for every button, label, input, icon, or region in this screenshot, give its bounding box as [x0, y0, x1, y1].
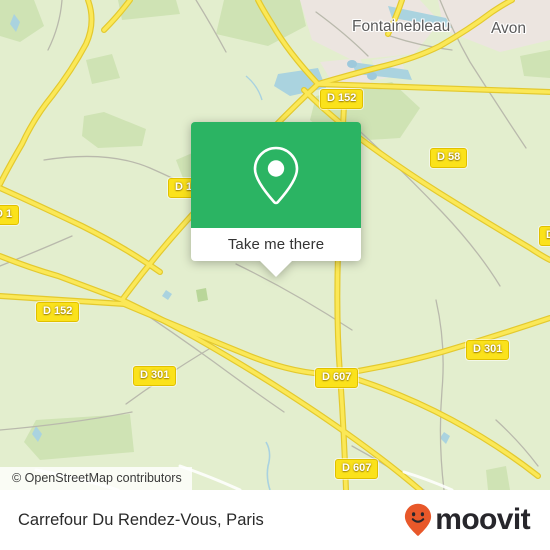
shield-right-clipped[interactable]: D: [539, 226, 550, 246]
osm-attribution[interactable]: © OpenStreetMap contributors: [0, 467, 192, 490]
shield-d58[interactable]: D 58: [430, 148, 468, 168]
popup-action-button[interactable]: Take me there: [191, 228, 361, 261]
shield-d607-bottom[interactable]: D 607: [335, 459, 379, 479]
shield-d301-left[interactable]: D 301: [133, 366, 177, 386]
destination-popup-card[interactable]: Take me there: [191, 122, 361, 277]
popup-header: [191, 122, 361, 228]
place-title: Carrefour Du Rendez-Vous, Paris: [18, 510, 264, 529]
map-screenshot-root: Fontainebleau Avon D 152 D 58 D 1 D 1 D …: [0, 0, 550, 550]
shield-d301-right[interactable]: D 301: [466, 340, 510, 360]
location-pin-icon: [253, 146, 299, 205]
footer-bar: Carrefour Du Rendez-Vous, Paris moovit: [0, 490, 550, 550]
popup-action-label: Take me there: [227, 236, 325, 253]
shield-d152-top[interactable]: D 152: [320, 89, 364, 109]
moovit-wordmark: moovit: [435, 503, 530, 536]
map-canvas[interactable]: Fontainebleau Avon D 152 D 58 D 1 D 1 D …: [0, 0, 550, 490]
popup-tail-pointer: [260, 261, 292, 277]
moovit-smiley-pin-icon: [405, 503, 432, 536]
shield-d152-left[interactable]: D 152: [36, 302, 80, 322]
shield-d607-mid[interactable]: D 607: [315, 368, 359, 388]
moovit-brand[interactable]: moovit: [404, 503, 531, 537]
shield-left-clipped[interactable]: D 1: [0, 205, 20, 225]
